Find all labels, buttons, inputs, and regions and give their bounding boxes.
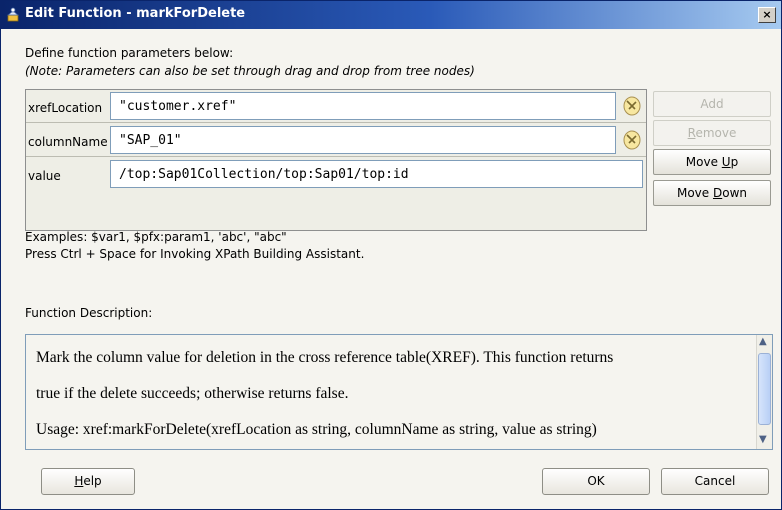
param-name-value: value (28, 169, 61, 183)
columnname-field[interactable]: "SAP_01" (110, 126, 616, 154)
xpath-tool-icon[interactable] (620, 92, 644, 120)
move-up-mnemonic: U (721, 155, 731, 169)
help-mnemonic: H (74, 474, 84, 488)
move-down-mnemonic: D (712, 186, 723, 200)
cancel-button-label: Cancel (694, 474, 736, 488)
intro-text: Define function parameters below: (25, 46, 234, 60)
param-name-columnname: columnName (28, 135, 108, 149)
scroll-up-icon[interactable]: ▲ (759, 336, 767, 347)
row-divider (26, 122, 646, 123)
close-button[interactable]: × (758, 7, 776, 23)
row-divider (26, 156, 646, 157)
ok-button-label: OK (587, 474, 605, 488)
vertical-scrollbar[interactable]: ▲ ▼ (756, 335, 772, 449)
examples-hint: Examples: $var1, $pfx:param1, 'abc', "ab… (25, 230, 287, 244)
remove-button-label: emove (695, 126, 737, 140)
parameters-table: xrefLocation "customer.xref" columnName … (25, 89, 647, 231)
function-description-label: Function Description: (25, 306, 153, 320)
scroll-down-icon[interactable]: ▼ (759, 434, 767, 445)
move-up-button[interactable]: Move Up (653, 149, 771, 175)
move-down-button[interactable]: Move Down (653, 180, 771, 206)
description-line: Mark the column value for deletion in th… (36, 349, 614, 366)
close-icon: × (762, 8, 772, 21)
intro-note: (Note: Parameters can also be set throug… (25, 64, 475, 78)
function-description-text[interactable]: Mark the column value for deletion in th… (25, 334, 773, 450)
add-button[interactable]: Add (653, 91, 771, 117)
xpath-tool-icon[interactable] (620, 126, 644, 154)
cancel-button[interactable]: Cancel (661, 468, 769, 495)
remove-button[interactable]: Remove (653, 120, 771, 146)
ok-button[interactable]: OK (542, 468, 650, 495)
help-button-label: elp (83, 474, 102, 488)
help-button[interactable]: Help (41, 468, 135, 495)
add-button-label: Add (700, 97, 724, 111)
xreflocation-field[interactable]: "customer.xref" (110, 92, 616, 120)
param-name-xreflocation: xrefLocation (28, 101, 103, 115)
move-up-label: Move (685, 155, 722, 169)
function-wizard-icon (5, 7, 21, 23)
window-title: Edit Function - markForDelete (25, 6, 246, 21)
title-bar[interactable]: Edit Function - markForDelete × (1, 1, 781, 29)
scroll-thumb[interactable] (758, 353, 771, 425)
value-field[interactable]: /top:Sap01Collection/top:Sap01/top:id (110, 160, 643, 188)
description-line: Usage: xref:markForDelete(xrefLocation a… (36, 421, 597, 438)
xpath-assistant-hint: Press Ctrl + Space for Invoking XPath Bu… (25, 247, 365, 261)
move-down-label: Move (676, 186, 713, 200)
description-line: true if the delete succeeds; otherwise r… (36, 385, 349, 402)
edit-function-dialog: Edit Function - markForDelete × Define f… (0, 0, 782, 510)
